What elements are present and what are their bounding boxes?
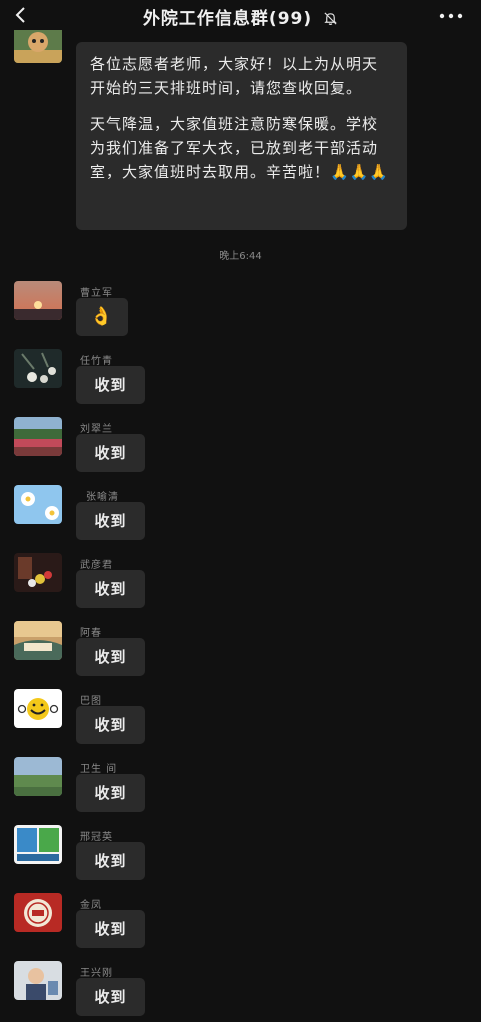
avatar[interactable] (14, 553, 62, 592)
avatar[interactable] (14, 349, 62, 388)
message-text: 收到 (94, 716, 127, 734)
message-text: 收到 (94, 512, 127, 530)
message-bubble[interactable]: 收到 (76, 706, 145, 744)
more-icon[interactable] (439, 13, 463, 19)
sender-name: 巴图 (80, 696, 102, 707)
avatar[interactable] (14, 621, 62, 660)
avatar[interactable] (14, 689, 62, 728)
avatar[interactable] (14, 961, 62, 1000)
message-bubble[interactable]: 收到 (76, 366, 145, 404)
announcement-paragraph-1: 各位志愿者老师，大家好！以上为从明天开始的三天排班时间，请您查收回复。 (90, 55, 379, 97)
message-bubble[interactable]: 收到 (76, 570, 145, 608)
message-bubble[interactable]: 收到 (76, 978, 145, 1016)
sender-name: 卫生 间 (80, 764, 118, 775)
message-text: 收到 (94, 376, 127, 394)
message-text: 收到 (94, 444, 127, 462)
message-bubble[interactable]: 👌 (76, 298, 128, 336)
chat-header: 外院工作信息群(99) (0, 0, 481, 30)
message-text: 收到 (94, 784, 127, 802)
avatar[interactable] (14, 757, 62, 796)
sender-name: 曹立军 (80, 288, 113, 299)
avatar[interactable] (14, 417, 62, 456)
message-text: 👌 (90, 306, 114, 327)
sender-name: 张喻清 (86, 492, 119, 503)
chat-title-wrap: 外院工作信息群(99) (0, 4, 481, 29)
message-bubble[interactable]: 收到 (76, 434, 145, 472)
message-bubble[interactable]: 收到 (76, 774, 145, 812)
avatar[interactable] (14, 485, 62, 524)
message-text: 收到 (94, 648, 127, 666)
sender-name: 邢冠英 (80, 832, 113, 843)
announcement-bubble[interactable]: 各位志愿者老师，大家好！以上为从明天开始的三天排班时间，请您查收回复。 天气降温… (76, 42, 407, 230)
message-bubble[interactable]: 收到 (76, 502, 145, 540)
sender-name: 阿春 (80, 628, 102, 639)
sender-name: 王兴刚 (80, 968, 113, 979)
sender-name: 金凤 (80, 900, 102, 911)
sender-name: 任竹青 (80, 356, 113, 367)
message-text: 收到 (94, 988, 127, 1006)
message-bubble[interactable]: 收到 (76, 842, 145, 880)
sender-name: 武彦君 (80, 560, 113, 571)
message-bubble[interactable]: 收到 (76, 910, 145, 948)
bell-off-icon (324, 12, 337, 25)
message-text: 收到 (94, 852, 127, 870)
timestamp: 晚上6:44 (219, 251, 262, 262)
avatar[interactable] (14, 825, 62, 864)
avatar[interactable] (14, 281, 62, 320)
chat-title: 外院工作信息群(99) (142, 9, 313, 29)
announcement-paragraph-2: 天气降温，大家值班注意防寒保暖。学校为我们准备了军大衣，已放到老干部活动室，大家… (90, 115, 390, 181)
sender-name: 刘翠兰 (80, 424, 113, 435)
message-text: 收到 (94, 580, 127, 598)
message-bubble[interactable]: 收到 (76, 638, 145, 676)
avatar[interactable] (14, 893, 62, 932)
message-text: 收到 (94, 920, 127, 938)
